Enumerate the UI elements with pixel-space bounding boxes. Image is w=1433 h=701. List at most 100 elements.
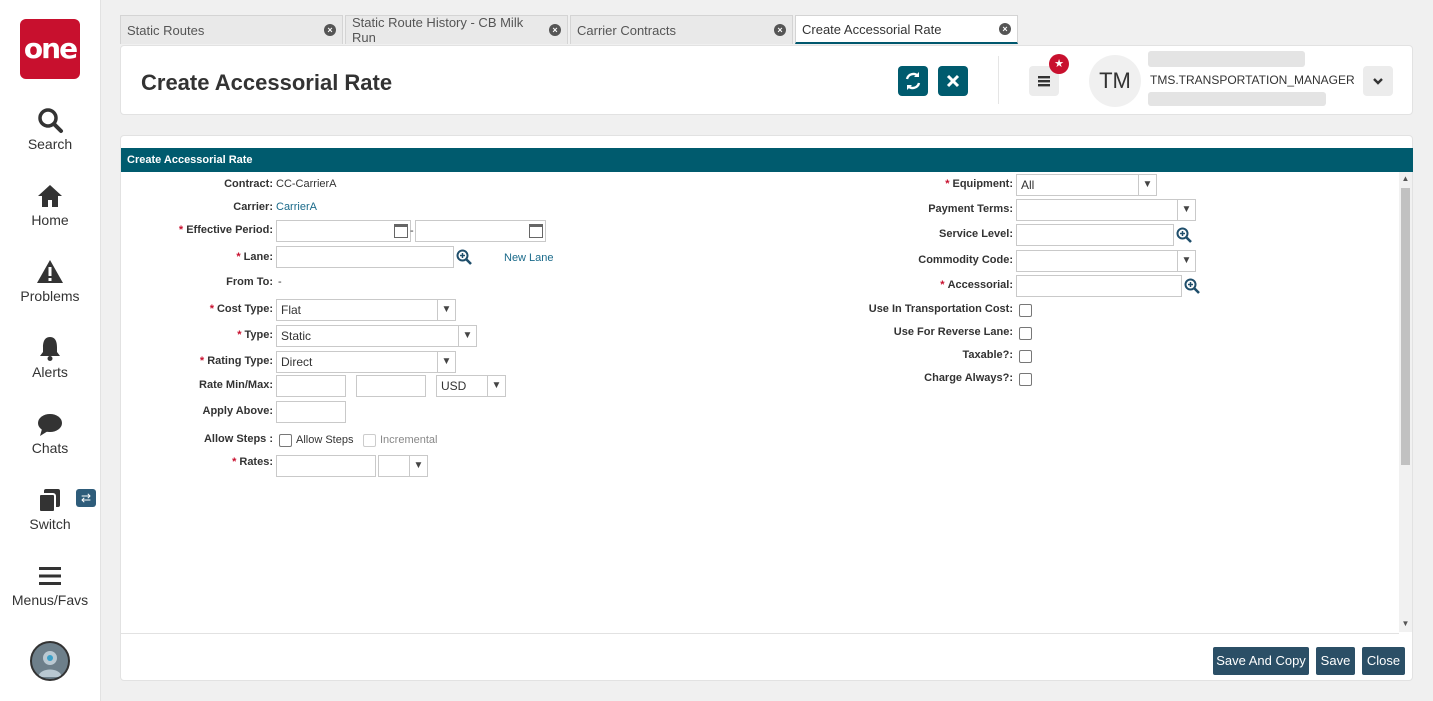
from-to-value: - <box>278 276 282 288</box>
sidebar: one Search Home Problems Alerts Chats Sw… <box>0 0 101 701</box>
equipment-select[interactable]: All ▼ <box>1016 174 1157 196</box>
rates-text: Rates: <box>239 456 273 468</box>
lane-text: Lane: <box>243 251 273 263</box>
tab-label: Carrier Contracts <box>577 22 676 38</box>
refresh-button[interactable] <box>898 66 928 96</box>
sidebar-item-problems[interactable]: Problems <box>0 258 100 304</box>
accessorial-label: * Accessorial: <box>821 274 1013 296</box>
search-icon <box>38 108 63 133</box>
incremental-checkbox[interactable] <box>363 434 376 447</box>
switch-badge[interactable]: ⇄ <box>76 489 96 507</box>
close-icon[interactable]: × <box>999 23 1011 35</box>
close-button[interactable]: Close <box>1362 647 1405 675</box>
commodity-code-select[interactable]: ▼ <box>1016 250 1196 272</box>
app-logo[interactable]: one <box>20 19 80 79</box>
chevron-down-icon: ▼ <box>458 326 476 346</box>
close-icon[interactable]: × <box>774 24 786 36</box>
sidebar-item-label: Problems <box>20 288 80 304</box>
rating-type-text: Rating Type: <box>207 355 273 367</box>
sidebar-item-home[interactable]: Home <box>0 182 100 228</box>
use-reverse-lane-checkbox[interactable] <box>1019 327 1032 340</box>
use-transport-cost-checkbox[interactable] <box>1019 304 1032 317</box>
rates-unit-select[interactable]: ▼ <box>378 455 428 477</box>
scroll-down-arrow-icon[interactable]: ▼ <box>1399 617 1412 631</box>
user-avatar[interactable]: TM <box>1089 55 1141 107</box>
equipment-label: * Equipment: <box>821 173 1013 195</box>
accessorial-input[interactable] <box>1016 275 1182 297</box>
service-level-input[interactable] <box>1016 224 1174 246</box>
required-marker: * <box>199 355 205 367</box>
cost-type-label: * Cost Type: <box>121 298 273 320</box>
type-select[interactable]: Static ▼ <box>276 325 477 347</box>
close-icon[interactable]: × <box>324 24 336 36</box>
rating-type-select[interactable]: Direct ▼ <box>276 351 456 373</box>
tab-static-routes[interactable]: Static Routes × <box>120 15 343 44</box>
close-page-button[interactable] <box>938 66 968 96</box>
save-and-copy-button[interactable]: Save And Copy <box>1213 647 1309 675</box>
sidebar-item-label: Chats <box>31 440 69 456</box>
sidebar-item-label: Home <box>31 212 69 228</box>
effective-start-date-input[interactable] <box>276 220 411 242</box>
tab-label: Create Accessorial Rate <box>802 21 942 37</box>
close-icon[interactable]: × <box>549 24 561 36</box>
rating-type-value: Direct <box>281 355 313 369</box>
rates-label: * Rates: <box>121 451 273 473</box>
calendar-icon[interactable] <box>394 224 408 238</box>
lane-input[interactable] <box>276 246 454 268</box>
rating-type-label: * Rating Type: <box>121 350 273 372</box>
sidebar-item-label: Search <box>27 136 73 152</box>
form-scrollbar[interactable]: ▲ ▼ <box>1399 172 1412 632</box>
apply-above-input[interactable] <box>276 401 346 423</box>
allow-steps-checkbox[interactable] <box>279 434 292 447</box>
required-marker: * <box>209 303 214 315</box>
chevron-down-icon: ▼ <box>1177 200 1195 220</box>
assistant-icon <box>32 643 68 679</box>
lane-lookup-icon[interactable] <box>456 249 472 265</box>
carrier-link[interactable]: CarrierA <box>276 196 317 218</box>
user-menu-button[interactable] <box>1363 66 1393 96</box>
sidebar-item-search[interactable]: Search <box>0 106 100 152</box>
rates-input[interactable] <box>276 455 376 477</box>
accessorial-lookup-icon[interactable] <box>1184 278 1200 294</box>
calendar-icon[interactable] <box>529 224 543 238</box>
assistant-avatar[interactable] <box>30 641 70 681</box>
sidebar-item-menus-favs[interactable]: Menus/Favs <box>0 562 100 608</box>
effective-period-label: * Effective Period: <box>121 219 273 241</box>
rate-max-input[interactable] <box>356 375 426 397</box>
scrollbar-thumb[interactable] <box>1401 188 1410 465</box>
lane-label: * Lane: <box>121 246 273 268</box>
cost-type-select[interactable]: Flat ▼ <box>276 299 456 321</box>
charge-always-checkbox[interactable] <box>1019 373 1032 386</box>
scroll-up-arrow-icon[interactable]: ▲ <box>1399 172 1412 186</box>
form-panel: Create Accessorial Rate Contract: CC-Car… <box>120 135 1413 681</box>
required-marker: * <box>236 251 241 263</box>
save-button[interactable]: Save <box>1316 647 1355 675</box>
sidebar-item-label: Alerts <box>32 364 68 380</box>
sidebar-item-alerts[interactable]: Alerts <box>0 334 100 380</box>
tab-create-accessorial-rate[interactable]: Create Accessorial Rate × <box>795 15 1018 44</box>
charge-always-label: Charge Always?: <box>924 372 1013 384</box>
chevron-down-icon: ▼ <box>437 300 455 320</box>
sidebar-item-chats[interactable]: Chats <box>0 410 100 456</box>
user-name-redacted <box>1148 51 1305 67</box>
allow-steps-checkbox-label: Allow Steps <box>296 434 354 446</box>
currency-select[interactable]: USD ▼ <box>436 375 506 397</box>
tab-carrier-contracts[interactable]: Carrier Contracts × <box>570 15 793 44</box>
contract-label: Contract: <box>224 178 273 190</box>
taxable-checkbox[interactable] <box>1019 350 1032 363</box>
rate-min-input[interactable] <box>276 375 346 397</box>
incremental-checkbox-label: Incremental <box>380 434 438 446</box>
equipment-value: All <box>1021 178 1035 192</box>
service-level-lookup-icon[interactable] <box>1176 227 1192 243</box>
chevron-down-icon <box>1373 78 1383 85</box>
type-label: * Type: <box>121 324 273 346</box>
user-org-redacted <box>1148 92 1326 106</box>
chevron-down-icon: ▼ <box>1138 175 1156 195</box>
sidebar-item-label: Menus/Favs <box>11 592 89 608</box>
new-lane-link[interactable]: New Lane <box>504 247 554 269</box>
tab-static-route-history[interactable]: Static Route History - CB Milk Run × <box>345 15 568 45</box>
chevron-down-icon: ▼ <box>409 456 427 476</box>
effective-end-date-input[interactable] <box>415 220 546 242</box>
favorites-star-icon[interactable]: ★ <box>1049 54 1069 74</box>
payment-terms-select[interactable]: ▼ <box>1016 199 1196 221</box>
